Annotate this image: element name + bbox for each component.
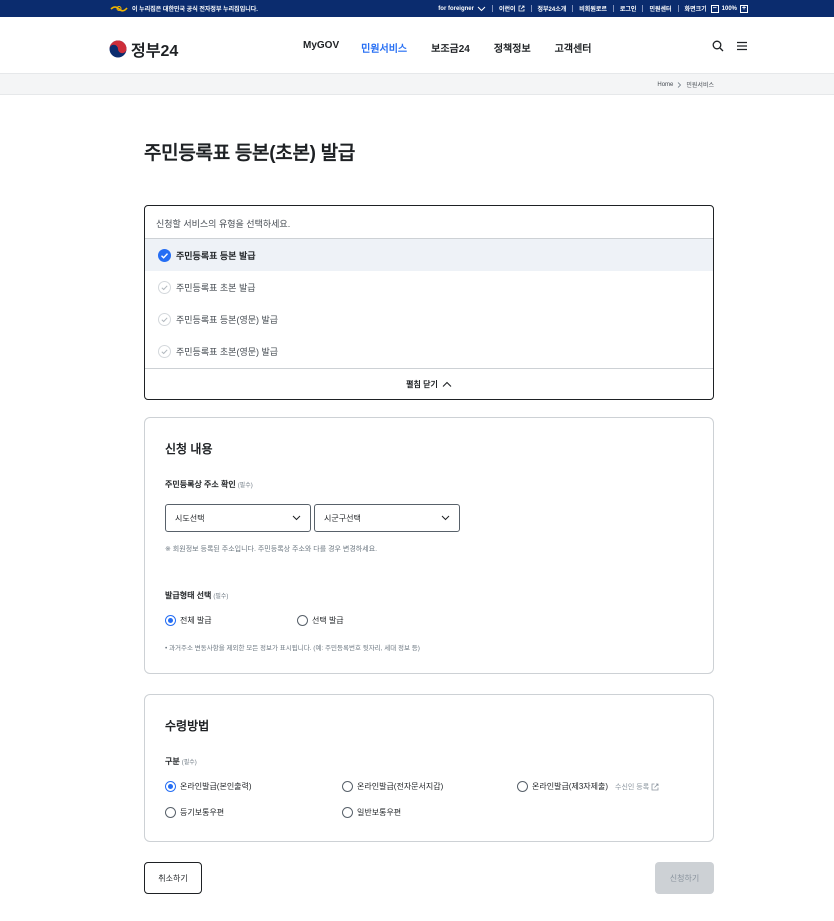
address-label: 주민등록상 주소 확인 (필수) bbox=[165, 480, 253, 489]
sigungu-select-value: 시군구선택 bbox=[324, 513, 361, 523]
zoom-level: 100% bbox=[721, 5, 737, 12]
service-option-label: 주민등록표 초본 발급 bbox=[176, 282, 256, 293]
service-select-placeholder: 신청할 서비스의 유형을 선택하세요. bbox=[145, 206, 713, 239]
radio-online-third-party[interactable]: 온라인발급(제3자제출) 수신인 등록 bbox=[517, 781, 659, 792]
sigungu-select[interactable]: 시군구선택 bbox=[314, 504, 460, 532]
page-title: 주민등록표 등본(초본) 발급 bbox=[144, 143, 355, 164]
nav-civil-service[interactable]: 민원서비스 bbox=[361, 40, 407, 55]
required-mark: (필수) bbox=[237, 483, 253, 489]
recipient-register-link[interactable]: 수신인 등록 bbox=[615, 782, 659, 792]
nav-policy-info[interactable]: 정책정보 bbox=[494, 40, 531, 55]
required-mark: (필수) bbox=[213, 594, 229, 600]
radio-regular-mail[interactable]: 일반보통우편 bbox=[342, 807, 401, 818]
application-section: 신청 내용 주민등록상 주소 확인 (필수) 시도선택 시군구선택 ※ 회원정보 … bbox=[144, 417, 714, 674]
sido-select[interactable]: 시도선택 bbox=[165, 504, 311, 532]
logo-text: 정부24 bbox=[131, 43, 179, 60]
nav-mygov[interactable]: MyGOV bbox=[303, 40, 339, 55]
radio-registered-mail[interactable]: 등기보통우편 bbox=[165, 807, 224, 818]
nav-subsidy24[interactable]: 보조금24 bbox=[431, 40, 470, 55]
login-link[interactable]: 로그인 bbox=[620, 4, 637, 13]
receive-title: 수령방법 bbox=[165, 719, 210, 733]
radio-label: 온라인발급(본인출력) bbox=[180, 782, 252, 791]
radio-label: 온라인발급(전자문서지갑) bbox=[357, 782, 444, 791]
service-option-label: 주민등록표 등본(영문) 발급 bbox=[176, 314, 279, 325]
radio-full-issue[interactable]: 전체 발급 bbox=[165, 615, 212, 626]
chevron-down-icon bbox=[292, 515, 301, 521]
radio-selective-issue[interactable]: 선택 발급 bbox=[297, 615, 344, 626]
screen-size-label: 화면크기 bbox=[684, 7, 707, 13]
zoom-in-button[interactable]: + bbox=[740, 4, 748, 13]
check-circle-icon bbox=[158, 280, 171, 294]
menu-icon[interactable] bbox=[736, 40, 748, 52]
radio-label: 등기보통우편 bbox=[180, 808, 225, 817]
breadcrumb: Home 민원서비스 bbox=[657, 80, 714, 90]
nonmember-link[interactable]: 비회원로르 bbox=[579, 4, 607, 13]
collapse-toggle-button[interactable]: 펼침 닫기 bbox=[145, 368, 713, 399]
utility-links: for foreigner 이런이 정부24소개 비회원로르 로그인 민원센터 … bbox=[438, 0, 748, 17]
category-label: 구분 (필수) bbox=[165, 757, 197, 766]
check-circle-icon bbox=[158, 344, 171, 358]
radio-label: 일반보통우편 bbox=[357, 808, 402, 817]
site-header: 정부24 MyGOV 민원서비스 보조금24 정책정보 고객센터 bbox=[0, 17, 834, 74]
collapse-toggle-label: 펼침 닫기 bbox=[406, 379, 438, 389]
service-option-label: 주민등록표 초본(영문) 발급 bbox=[176, 346, 279, 357]
address-note: ※ 회원정보 등록된 주소입니다. 주민등록상 주소와 다를 경우 변경하세요. bbox=[165, 546, 378, 553]
check-circle-icon bbox=[158, 312, 171, 326]
for-foreigner-link[interactable]: for foreigner bbox=[438, 6, 474, 12]
gov-notice-text: 이 누리집은 대한민국 공식 전자정부 누리집입니다. bbox=[132, 7, 258, 13]
radio-unchecked-icon bbox=[517, 781, 528, 792]
nav-customer-center[interactable]: 고객센터 bbox=[555, 40, 592, 55]
service-option-certified-copy[interactable]: 주민등록표 등본 발급 bbox=[145, 239, 713, 271]
taegeuk-logo-icon bbox=[109, 40, 127, 58]
breadcrumb-bar: Home 민원서비스 bbox=[0, 74, 834, 95]
gov-notice: 이 누리집은 대한민국 공식 전자정부 누리집입니다. bbox=[110, 4, 258, 13]
radio-unchecked-icon bbox=[342, 807, 353, 818]
site-logo[interactable]: 정부24 bbox=[109, 37, 178, 61]
civil-center-link[interactable]: 민원센터 bbox=[649, 4, 671, 13]
issue-note: • 과거주소 변동사항을 제외한 모든 정보가 표시됩니다. (예: 주민등록번… bbox=[165, 645, 420, 652]
radio-label: 온라인발급(제3자제출) bbox=[532, 782, 609, 791]
chevron-up-icon bbox=[442, 381, 452, 387]
breadcrumb-home[interactable]: Home bbox=[657, 82, 673, 88]
radio-unchecked-icon bbox=[342, 781, 353, 792]
radio-unchecked-icon bbox=[297, 615, 308, 626]
about-gov24-link[interactable]: 정부24소개 bbox=[538, 4, 567, 13]
radio-checked-icon bbox=[165, 781, 176, 792]
search-icon[interactable] bbox=[712, 40, 724, 52]
chevron-down-icon bbox=[441, 515, 450, 521]
radio-label: 선택 발급 bbox=[312, 616, 344, 625]
application-title: 신청 내용 bbox=[165, 442, 213, 456]
check-circle-filled-icon bbox=[158, 248, 171, 262]
service-option-abstract[interactable]: 주민등록표 초본 발급 bbox=[145, 271, 713, 303]
top-notice-bar: 이 누리집은 대한민국 공식 전자정부 누리집입니다. for foreigne… bbox=[0, 0, 834, 17]
service-type-select[interactable]: 신청할 서비스의 유형을 선택하세요. 주민등록표 등본 발급 주민등록표 초본… bbox=[144, 205, 714, 400]
breadcrumb-current[interactable]: 민원서비스 bbox=[686, 80, 714, 89]
apply-button[interactable]: 신청하기 bbox=[655, 862, 714, 894]
chevron-right-icon bbox=[678, 81, 682, 88]
sido-select-value: 시도선택 bbox=[175, 513, 205, 523]
zoom-out-button[interactable]: − bbox=[710, 4, 719, 13]
receive-method-section: 수령방법 구분 (필수) 온라인발급(본인출력) 온라인발급(전자문서지갑) 온라… bbox=[144, 694, 714, 842]
main-nav: MyGOV 민원서비스 보조금24 정책정보 고객센터 bbox=[303, 40, 591, 55]
header-icons bbox=[712, 40, 748, 52]
radio-label: 전체 발급 bbox=[180, 616, 212, 625]
chevron-down-icon bbox=[477, 6, 486, 11]
service-option-label: 주민등록표 등본 발급 bbox=[176, 250, 256, 261]
service-option-abstract-english[interactable]: 주민등록표 초본(영문) 발급 bbox=[145, 335, 713, 367]
radio-online-self-print[interactable]: 온라인발급(본인출력) bbox=[165, 781, 252, 792]
service-option-certified-copy-english[interactable]: 주민등록표 등본(영문) 발급 bbox=[145, 303, 713, 335]
util-link-1[interactable]: 이런이 bbox=[499, 4, 516, 13]
radio-checked-icon bbox=[165, 615, 176, 626]
required-mark: (필수) bbox=[181, 760, 197, 766]
issue-type-label: 발급형태 선택 (필수) bbox=[165, 591, 229, 600]
external-link-icon bbox=[651, 783, 659, 790]
external-link-icon bbox=[518, 5, 524, 12]
gov-emblem-icon bbox=[110, 6, 128, 12]
cancel-button[interactable]: 취소하기 bbox=[144, 862, 202, 894]
radio-unchecked-icon bbox=[165, 807, 176, 818]
radio-online-e-wallet[interactable]: 온라인발급(전자문서지갑) bbox=[342, 781, 443, 792]
